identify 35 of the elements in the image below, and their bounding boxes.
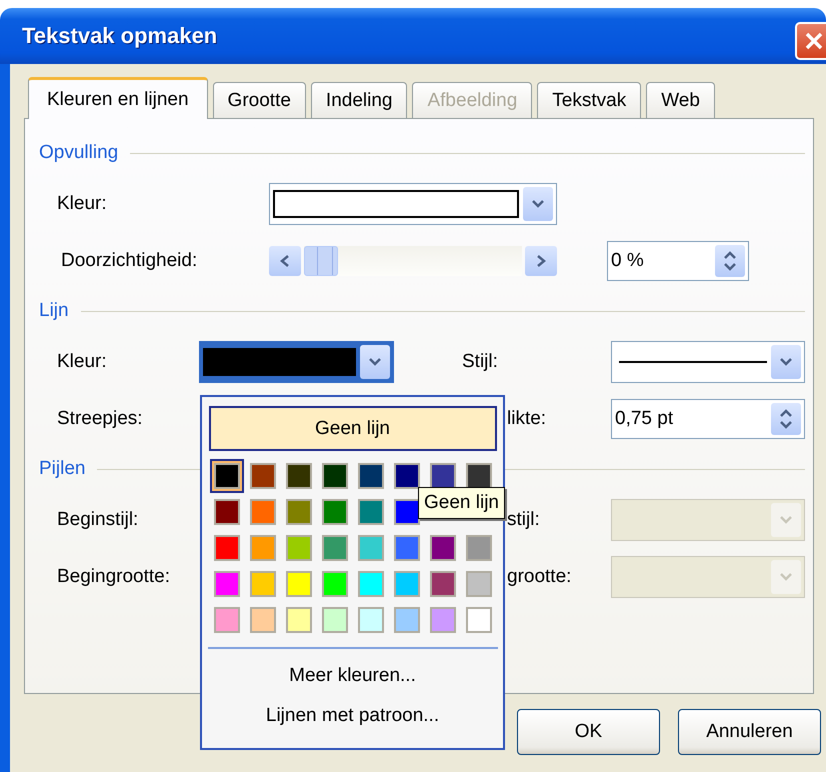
tab[interactable]: Indeling (310, 82, 408, 118)
field-label: likte: (507, 408, 546, 430)
spin-arrows-icon[interactable] (771, 402, 801, 434)
tab[interactable]: Grootte (212, 82, 306, 118)
color-dropdown[interactable] (199, 340, 394, 382)
color-dropdown[interactable] (269, 182, 557, 224)
field-label: Kleur: (57, 350, 108, 372)
close-icon[interactable] (795, 22, 826, 60)
section-heading: Pijlen (39, 458, 86, 480)
field-label: Stijl: (462, 350, 499, 372)
spin-arrows-icon[interactable] (715, 244, 745, 276)
slider-track[interactable] (304, 246, 522, 276)
field-label: Streepjes: (57, 408, 143, 430)
percent-spinbox[interactable]: 0 % (607, 240, 749, 280)
menu-item[interactable]: Meer kleuren... (289, 663, 416, 689)
section-heading: Lijn (39, 300, 69, 322)
line-style-dropdown[interactable] (611, 340, 805, 382)
field-label: Doorzichtigheid: (61, 250, 198, 272)
field-label: grootte: (507, 566, 572, 588)
field-label: stijl: (507, 508, 540, 530)
field-label: Beginstijl: (57, 508, 138, 530)
dialog-button[interactable]: OK (517, 709, 660, 755)
field-label: Kleur: (57, 192, 108, 214)
slider-thumb[interactable] (304, 246, 338, 276)
tab[interactable]: Tekstvak (537, 82, 642, 118)
tab[interactable]: Kleuren en lijnen (28, 77, 208, 119)
tab[interactable]: Web (646, 82, 715, 118)
window-title: Tekstvak opmaken (22, 23, 218, 49)
dialog-button[interactable]: Annuleren (678, 709, 821, 755)
tooltip: Geen lijn (418, 487, 505, 519)
field-label: Begingrootte: (57, 566, 170, 588)
menu-item[interactable]: Lijnen met patroon... (266, 703, 440, 729)
section-heading: Opvulling (39, 142, 118, 164)
weight-spinbox[interactable]: 0,75 pt (611, 398, 805, 438)
no-line-button[interactable]: Geen lijn (208, 406, 496, 451)
